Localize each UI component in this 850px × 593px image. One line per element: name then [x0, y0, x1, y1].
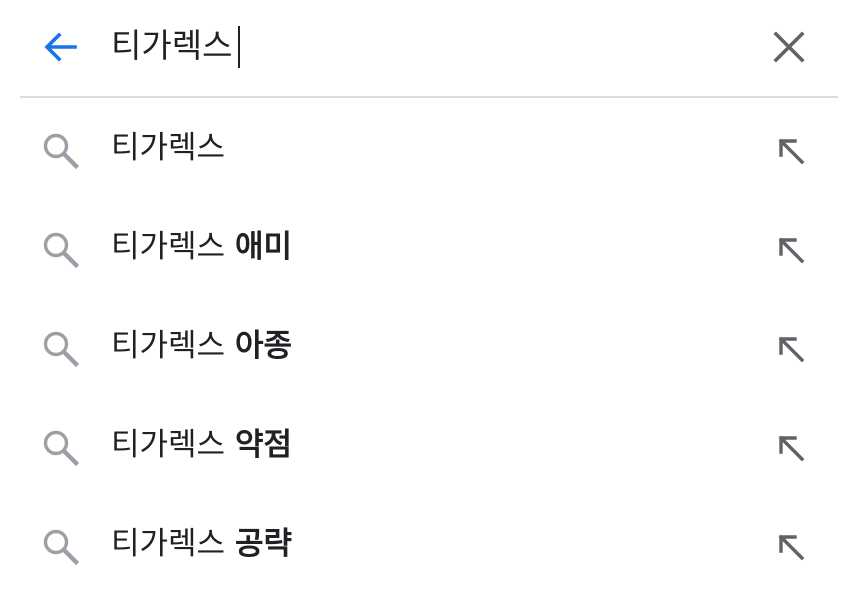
search-icon — [43, 232, 80, 269]
suggestion-suffix-text: 공략 — [234, 526, 292, 562]
suggestion-base-text: 티가렉스 — [111, 526, 226, 562]
suggestion-item[interactable]: 티가렉스 약점 — [0, 395, 850, 494]
fill-query-button[interactable] — [768, 326, 812, 370]
fill-query-button[interactable] — [768, 425, 812, 469]
suggestion-list: 티가렉스 티가렉스 애미 티가렉스 아종 티가렉스 약점 티가렉스 공략 — [0, 98, 850, 593]
fill-query-button[interactable] — [768, 128, 812, 172]
arrow-up-left-icon — [778, 435, 805, 462]
close-icon — [773, 31, 805, 63]
fill-query-button[interactable] — [768, 227, 812, 271]
arrow-up-left-icon — [778, 336, 805, 363]
search-icon — [43, 529, 80, 566]
suggestion-base-text: 티가렉스 — [111, 427, 226, 463]
back-button[interactable] — [38, 27, 82, 67]
search-icon — [43, 430, 80, 467]
arrow-up-left-icon — [778, 237, 805, 264]
suggestion-item[interactable]: 티가렉스 공략 — [0, 494, 850, 593]
fill-query-button[interactable] — [768, 524, 812, 568]
suggestion-label: 티가렉스 애미 — [111, 225, 292, 269]
arrow-left-icon — [44, 32, 77, 62]
suggestion-label: 티가렉스 공략 — [111, 522, 292, 566]
suggestion-item[interactable]: 티가렉스 아종 — [0, 296, 850, 395]
suggestion-item[interactable]: 티가렉스 — [0, 98, 850, 197]
suggestion-label: 티가렉스 아종 — [111, 324, 292, 368]
arrow-up-left-icon — [778, 138, 805, 165]
search-icon — [43, 331, 80, 368]
suggestion-label: 티가렉스 — [111, 126, 225, 170]
suggestion-suffix-text: 아종 — [234, 328, 292, 364]
suggestion-base-text: 티가렉스 — [111, 130, 226, 166]
search-icon — [43, 133, 80, 170]
search-bar: 티가렉스 — [0, 0, 850, 97]
suggestion-base-text: 티가렉스 — [111, 328, 226, 364]
text-cursor — [238, 26, 240, 68]
arrow-up-left-icon — [778, 534, 805, 561]
suggestion-suffix-text: 약점 — [234, 427, 292, 463]
search-input[interactable]: 티가렉스 — [111, 24, 232, 68]
suggestion-base-text: 티가렉스 — [111, 229, 226, 265]
suggestion-label: 티가렉스 약점 — [111, 423, 292, 467]
suggestion-item[interactable]: 티가렉스 애미 — [0, 197, 850, 296]
clear-button[interactable] — [766, 25, 812, 69]
suggestion-suffix-text: 애미 — [234, 229, 292, 265]
